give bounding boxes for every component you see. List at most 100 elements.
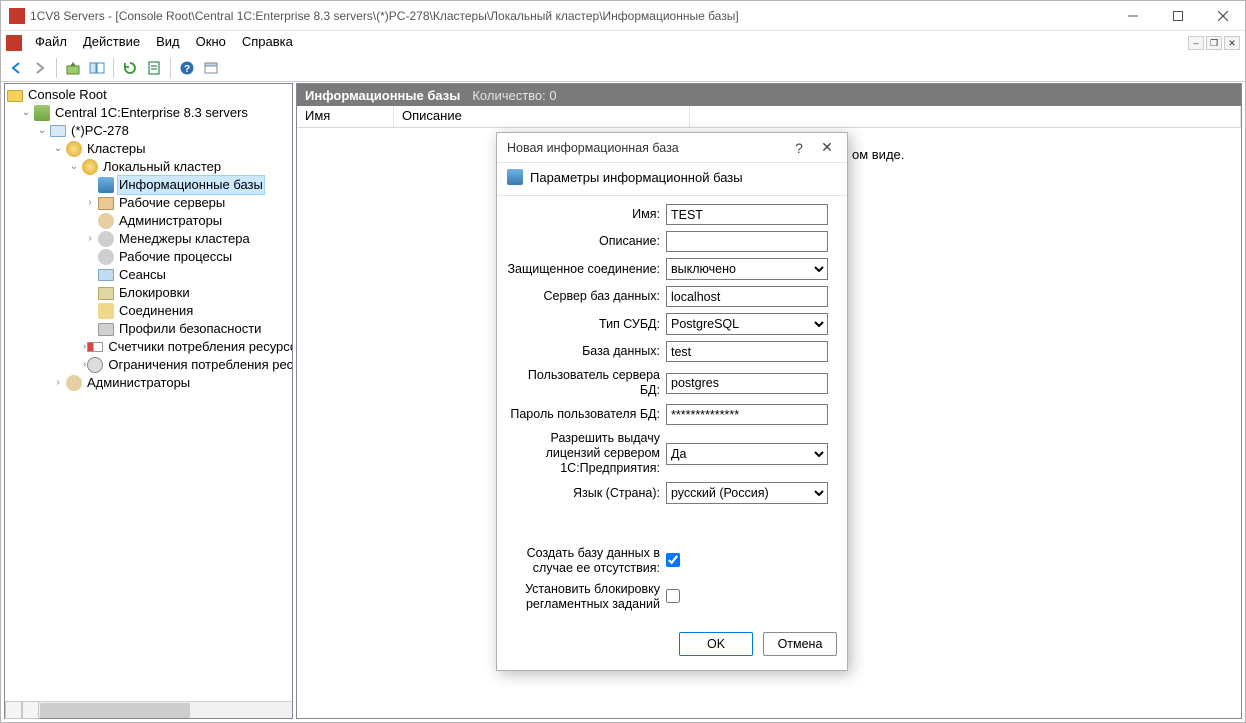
dialog-titlebar: Новая информационная база ? ✕ bbox=[497, 133, 847, 163]
limit-icon bbox=[87, 357, 103, 373]
select-secure[interactable]: выключено bbox=[666, 258, 828, 280]
back-button[interactable] bbox=[5, 57, 27, 79]
close-button[interactable] bbox=[1200, 1, 1245, 30]
menu-help[interactable]: Справка bbox=[234, 31, 301, 55]
label-secure: Защищенное соединение: bbox=[507, 262, 666, 277]
mdi-minimize-button[interactable]: – bbox=[1188, 36, 1204, 50]
minimize-button[interactable] bbox=[1110, 1, 1155, 30]
collapse-icon[interactable]: ⌄ bbox=[51, 142, 65, 156]
body-hint-fragment: ом виде. bbox=[852, 147, 904, 162]
detail-pane: Информационные базы Количество: 0 Имя Оп… bbox=[296, 83, 1242, 719]
tree-node-local-cluster[interactable]: ⌄Локальный кластер bbox=[5, 158, 292, 176]
select-lang[interactable]: русский (Россия) bbox=[666, 482, 828, 504]
label-lang: Язык (Страна): bbox=[507, 486, 666, 501]
select-dbtype[interactable]: PostgreSQL bbox=[666, 313, 828, 335]
collapse-icon[interactable]: ⌄ bbox=[35, 124, 49, 138]
menubar: Файл Действие Вид Окно Справка – ❐ ✕ bbox=[1, 31, 1245, 55]
label-dbuser: Пользователь сервера БД: bbox=[507, 368, 666, 398]
tree-pane: Console Root ⌄Central 1C:Enterprise 8.3 … bbox=[4, 83, 293, 719]
tree-node-locks[interactable]: ›Блокировки bbox=[5, 284, 292, 302]
input-dbuser[interactable] bbox=[666, 373, 828, 394]
up-button[interactable] bbox=[62, 57, 84, 79]
cancel-button[interactable]: Отмена bbox=[763, 632, 837, 656]
dialog-close-button[interactable]: ✕ bbox=[813, 137, 841, 159]
main-window: 1CV8 Servers - [Console Root\Central 1C:… bbox=[0, 0, 1246, 723]
meter-icon bbox=[87, 342, 103, 352]
expand-icon[interactable]: › bbox=[83, 358, 86, 372]
input-dbname[interactable] bbox=[666, 341, 828, 362]
forward-button[interactable] bbox=[29, 57, 51, 79]
col-spacer bbox=[690, 106, 1241, 127]
expand-icon[interactable]: › bbox=[83, 232, 97, 246]
tree[interactable]: Console Root ⌄Central 1C:Enterprise 8.3 … bbox=[5, 84, 292, 701]
refresh-button[interactable] bbox=[119, 57, 141, 79]
detail-header: Информационные базы Количество: 0 bbox=[297, 84, 1241, 106]
input-name[interactable] bbox=[666, 204, 828, 225]
dialog-section-title: Параметры информационной базы bbox=[530, 170, 743, 185]
col-desc[interactable]: Описание bbox=[394, 106, 690, 127]
tree-node-admins[interactable]: ›Администраторы bbox=[5, 212, 292, 230]
expand-icon[interactable]: › bbox=[83, 196, 97, 210]
show-scope-button[interactable] bbox=[86, 57, 108, 79]
titlebar: 1CV8 Servers - [Console Root\Central 1C:… bbox=[1, 1, 1245, 31]
window-controls bbox=[1110, 1, 1245, 30]
mdi-restore-button[interactable]: ❐ bbox=[1206, 36, 1222, 50]
column-headers: Имя Описание bbox=[297, 106, 1241, 128]
menu-view[interactable]: Вид bbox=[148, 31, 188, 55]
new-infobase-dialog: Новая информационная база ? ✕ Параметры … bbox=[496, 132, 848, 671]
detail-title: Информационные базы bbox=[305, 88, 460, 103]
collapse-icon[interactable]: ⌄ bbox=[19, 106, 33, 120]
label-desc: Описание: bbox=[507, 234, 666, 249]
scrollbar-thumb[interactable] bbox=[40, 703, 190, 718]
tree-node-work-processes[interactable]: ›Рабочие процессы bbox=[5, 248, 292, 266]
help-button[interactable]: ? bbox=[176, 57, 198, 79]
select-license[interactable]: Да bbox=[666, 443, 828, 465]
maximize-button[interactable] bbox=[1155, 1, 1200, 30]
server-icon bbox=[98, 197, 114, 210]
tree-node-administrators[interactable]: ›Администраторы bbox=[5, 374, 292, 392]
properties-button[interactable] bbox=[200, 57, 222, 79]
tree-node-sec-profiles[interactable]: ›Профили безопасности bbox=[5, 320, 292, 338]
session-icon bbox=[98, 269, 114, 281]
expand-icon[interactable]: › bbox=[83, 340, 86, 354]
input-dbpass[interactable] bbox=[666, 404, 828, 425]
tree-node-clusters[interactable]: ⌄Кластеры bbox=[5, 140, 292, 158]
tree-node-connections[interactable]: ›Соединения bbox=[5, 302, 292, 320]
checkbox-lock-jobs[interactable] bbox=[666, 589, 680, 603]
label-dbname: База данных: bbox=[507, 344, 666, 359]
toolbar: ? bbox=[1, 55, 1245, 82]
dialog-help-button[interactable]: ? bbox=[785, 137, 813, 159]
collapse-icon[interactable]: ⌄ bbox=[67, 160, 81, 174]
menu-action[interactable]: Действие bbox=[75, 31, 148, 55]
cluster-icon bbox=[82, 159, 98, 175]
export-button[interactable] bbox=[143, 57, 165, 79]
input-desc[interactable] bbox=[666, 231, 828, 252]
tree-node-root[interactable]: Console Root bbox=[5, 86, 292, 104]
lock-icon bbox=[98, 287, 114, 300]
ok-button[interactable]: OK bbox=[679, 632, 753, 656]
label-license: Разрешить выдачу лицензий сервером 1С:Пр… bbox=[507, 431, 666, 476]
tree-horizontal-scrollbar[interactable] bbox=[5, 701, 292, 718]
server-group-icon bbox=[34, 105, 50, 121]
tree-node-work-servers[interactable]: ›Рабочие серверы bbox=[5, 194, 292, 212]
tree-node-pc[interactable]: ⌄(*)PC-278 bbox=[5, 122, 292, 140]
shield-icon bbox=[98, 323, 114, 336]
expand-icon[interactable]: › bbox=[51, 376, 65, 390]
checkbox-create-db[interactable] bbox=[666, 553, 680, 567]
tree-node-sessions[interactable]: ›Сеансы bbox=[5, 266, 292, 284]
tree-node-cluster-managers[interactable]: ›Менеджеры кластера bbox=[5, 230, 292, 248]
label-name: Имя: bbox=[507, 207, 666, 222]
menu-file[interactable]: Файл bbox=[27, 31, 75, 55]
tree-node-limits[interactable]: ›Ограничения потребления ресурсов bbox=[5, 356, 292, 374]
menu-window[interactable]: Окно bbox=[188, 31, 234, 55]
mdi-controls: – ❐ ✕ bbox=[1188, 31, 1243, 55]
mdi-close-button[interactable]: ✕ bbox=[1224, 36, 1240, 50]
user-icon bbox=[98, 213, 114, 229]
label-dbpass: Пароль пользователя БД: bbox=[507, 407, 666, 422]
input-dbserver[interactable] bbox=[666, 286, 828, 307]
connection-icon bbox=[98, 303, 114, 319]
col-name[interactable]: Имя bbox=[297, 106, 394, 127]
tree-node-servers[interactable]: ⌄Central 1C:Enterprise 8.3 servers bbox=[5, 104, 292, 122]
tree-node-infobases[interactable]: ›Информационные базы bbox=[5, 176, 292, 194]
tree-node-consumption[interactable]: ›Счетчики потребления ресурсов bbox=[5, 338, 292, 356]
